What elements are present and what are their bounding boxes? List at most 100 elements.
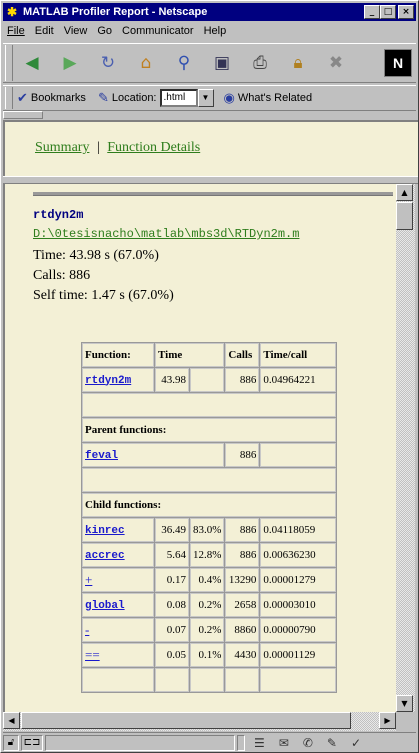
parent-function-link[interactable]: feval [85, 450, 118, 462]
window-title: MATLAB Profiler Report - Netscape [23, 6, 208, 18]
main-function-link[interactable]: rtdyn2m [85, 375, 131, 387]
composer-component-icon[interactable]: ✎ [327, 736, 337, 750]
menu-bar: File Edit View Go Communicator Help [3, 22, 416, 40]
parent-functions-header: Parent functions: [82, 418, 337, 442]
child-time: 5.64 [155, 543, 189, 567]
security-lock-icon[interactable]: 🔓︎ [3, 734, 19, 751]
menu-communicator[interactable]: Communicator [122, 25, 194, 37]
spacer-cell [82, 468, 337, 492]
menu-edit[interactable]: Edit [35, 25, 54, 37]
main-pct [190, 368, 225, 392]
child-function-cell: kinrec [82, 518, 154, 542]
summary-link[interactable]: Summary [35, 140, 89, 155]
scroll-down-button[interactable]: ▼ [396, 695, 413, 712]
table-row: kinrec 36.49 83.0% 886 0.04118059 [82, 518, 337, 542]
menu-view[interactable]: View [64, 25, 88, 37]
table-row: accrec 5.64 12.8% 886 0.00636230 [82, 543, 337, 567]
title-bar[interactable]: ✱ MATLAB Profiler Report - Netscape _ □ … [3, 3, 416, 21]
search-icon[interactable]: ⚲ [169, 48, 199, 78]
frame-divider[interactable] [3, 176, 418, 184]
parent-function-cell: feval [82, 443, 225, 467]
security-icon[interactable]: 🔒︎ [283, 48, 313, 78]
status-bar: 🔓︎ ⊏⊐ ☰ ✉ ✆ ✎ ✓ [3, 732, 416, 752]
scroll-right-button[interactable]: ▶ [379, 712, 396, 729]
navigator-component-icon[interactable]: ☰ [254, 736, 265, 750]
navigation-frame: Summary | Function Details [3, 120, 418, 176]
location-toolbar: ✔ Bookmarks ✎ Location: .html ▼ ◉ What's… [3, 85, 416, 111]
child-function-cell: + [82, 568, 154, 592]
function-details-link[interactable]: Function Details [107, 140, 200, 155]
table-row: global 0.08 0.2% 2658 0.00003010 [82, 593, 337, 617]
horizontal-scroll-thumb[interactable] [21, 712, 351, 729]
whats-related-button[interactable]: ◉ What's Related [224, 90, 313, 106]
parent-calls: 886 [225, 443, 260, 467]
report-frame: rtdyn2m D:\0tesisnacho\matlab\mbs3d\RTDy… [3, 184, 396, 712]
main-function-row: rtdyn2m 43.98 886 0.04964221 [82, 368, 337, 392]
child-function-link[interactable]: == [85, 647, 100, 662]
child-function-link[interactable]: + [85, 572, 92, 587]
child-function-link[interactable]: global [85, 600, 125, 612]
bookmarks-icon: ✔ [17, 90, 28, 105]
child-calls: 13290 [225, 568, 260, 592]
vertical-scroll-thumb[interactable] [396, 202, 413, 230]
table-row: == 0.05 0.1% 4430 0.00001129 [82, 643, 337, 667]
main-time-per-call: 0.04964221 [260, 368, 337, 392]
time-line: Time: 43.98 s (67.0%) [33, 248, 159, 263]
netscape-logo-icon: N [384, 49, 412, 77]
horizontal-scrollbar[interactable]: ◀ ▶ [3, 712, 396, 731]
nav-separator: | [96, 140, 100, 155]
bookmarks-label: Bookmarks [30, 92, 86, 104]
parent-header-row: Parent functions: [82, 418, 337, 442]
discussion-component-icon[interactable]: ✆ [303, 736, 313, 750]
scroll-up-button[interactable]: ▲ [396, 184, 413, 201]
child-time-per-call: 0.00636230 [260, 543, 337, 567]
child-time: 0.05 [155, 643, 189, 667]
menu-go[interactable]: Go [97, 25, 112, 37]
menu-help[interactable]: Help [204, 25, 227, 37]
whats-related-icon: ◉ [223, 90, 235, 105]
bookmarks-button[interactable]: ✔ Bookmarks [17, 90, 86, 106]
header-time-per-call: Time/call [260, 343, 337, 367]
minimize-button[interactable]: _ [364, 5, 380, 19]
menu-file[interactable]: File [7, 25, 25, 37]
stop-icon[interactable]: ✖ [321, 48, 351, 78]
reload-icon[interactable]: ↻ [93, 48, 123, 78]
mail-component-icon[interactable]: ✉ [279, 736, 289, 750]
child-function-link[interactable]: - [85, 622, 89, 637]
calls-line: Calls: 886 [33, 268, 91, 283]
child-time: 0.08 [155, 593, 189, 617]
child-calls: 4430 [225, 643, 260, 667]
back-icon[interactable]: ◀ [17, 48, 47, 78]
progress-indicator [237, 734, 245, 751]
status-message [45, 734, 235, 751]
close-button[interactable]: × [398, 5, 414, 19]
child-pct [190, 668, 225, 692]
child-time-per-call: 0.00003010 [260, 593, 337, 617]
location-input[interactable]: .html [159, 89, 198, 107]
forward-icon[interactable]: ▶ [55, 48, 85, 78]
scroll-left-button[interactable]: ◀ [3, 712, 20, 729]
location-toolbar-grip[interactable] [5, 87, 13, 109]
function-path-link[interactable]: D:\0tesisnacho\matlab\mbs3d\RTDyn2m.m [33, 227, 299, 241]
child-function-cell: == [82, 643, 154, 667]
child-function-link[interactable]: accrec [85, 550, 125, 562]
vertical-scrollbar[interactable]: ▲ ▼ [396, 184, 415, 712]
child-time [155, 668, 189, 692]
child-function-link[interactable]: kinrec [85, 525, 125, 537]
main-calls: 886 [225, 368, 260, 392]
netscape-guide-icon[interactable]: ▣ [207, 48, 237, 78]
connection-icon: ⊏⊐ [21, 734, 43, 751]
navigation-toolbar: ◀ ▶ ↻ ⌂ ⚲ ▣ ⎙ 🔒︎ ✖ N [3, 43, 416, 83]
table-row: feval 886 [82, 443, 337, 467]
toolbar-grip[interactable] [5, 45, 13, 81]
print-icon[interactable]: ⎙ [245, 48, 275, 78]
home-icon[interactable]: ⌂ [131, 48, 161, 78]
table-header-row: Function: Time Calls Time/call [82, 343, 337, 367]
child-header-row: Child functions: [82, 493, 337, 517]
maximize-button[interactable]: □ [380, 5, 396, 19]
transfer-icon[interactable]: ✓ [351, 736, 361, 750]
location-dropdown-button[interactable]: ▼ [197, 89, 214, 107]
child-calls [225, 668, 260, 692]
netscape-app-icon: ✱ [6, 5, 18, 19]
collapsed-toolbar-tab[interactable] [3, 111, 43, 119]
